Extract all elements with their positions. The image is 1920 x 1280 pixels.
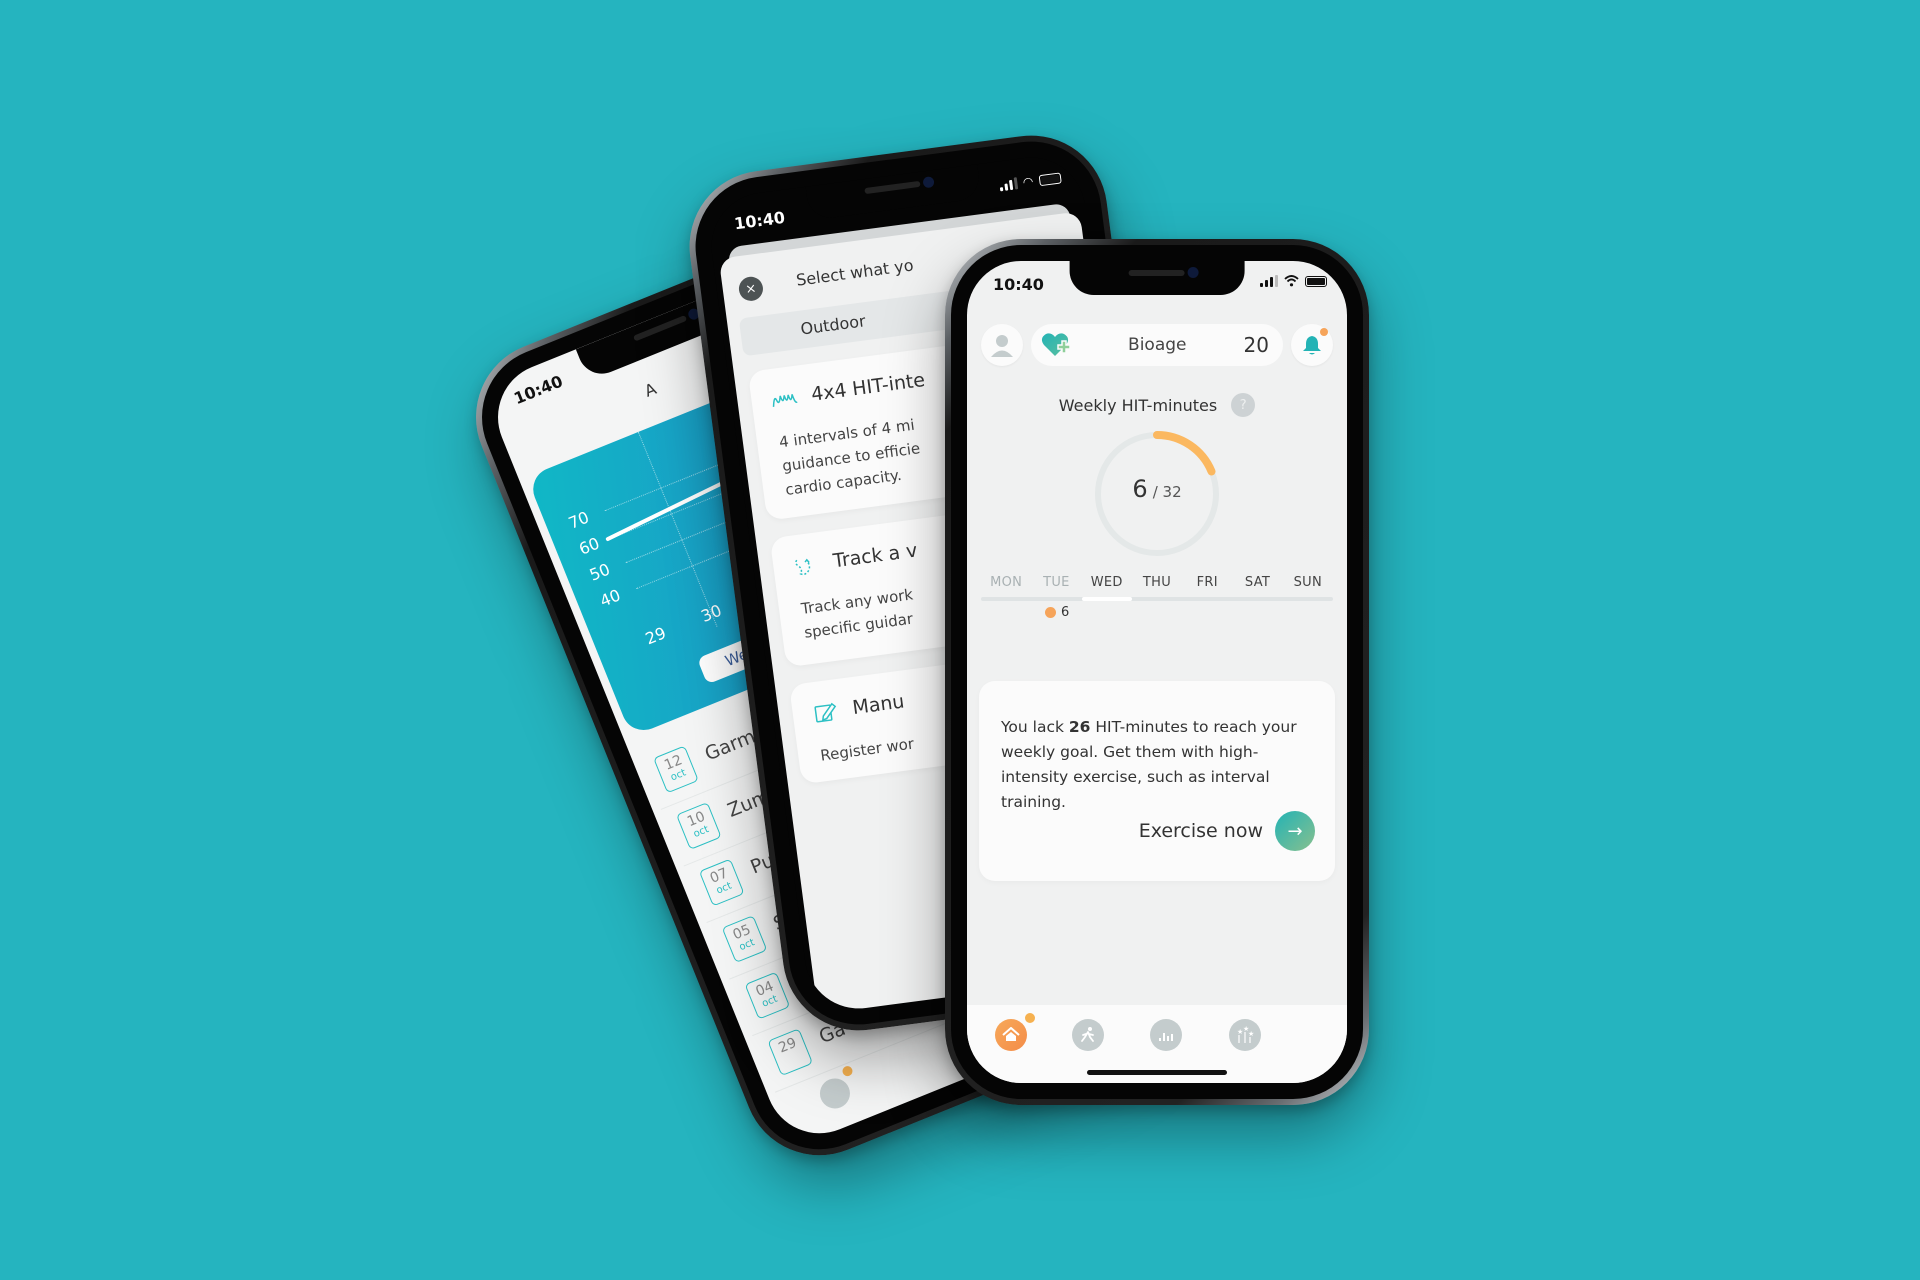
option-description: Track any work specific guidar bbox=[800, 582, 918, 644]
interval-wave-icon bbox=[772, 394, 798, 407]
y-tick-label: 70 bbox=[565, 507, 592, 533]
wifi-icon bbox=[1284, 275, 1299, 287]
option-title: Manu bbox=[851, 690, 906, 720]
missing-minutes: 26 bbox=[1068, 718, 1091, 736]
battery-icon bbox=[1038, 172, 1062, 187]
activity-dot bbox=[1045, 607, 1056, 618]
status-time: 10:40 bbox=[993, 275, 1044, 294]
wifi-icon: ◠ bbox=[1021, 174, 1035, 190]
day-sun[interactable]: SUN bbox=[1283, 575, 1333, 590]
close-button[interactable]: × bbox=[737, 275, 765, 303]
exercise-now-label: Exercise now bbox=[1138, 820, 1263, 842]
status-time: 10:40 bbox=[733, 207, 787, 234]
runner-icon bbox=[1081, 1027, 1094, 1042]
tab-exercise[interactable] bbox=[1072, 1019, 1104, 1051]
hit-current: 6 bbox=[1132, 475, 1148, 503]
info-text: You lack 26 HIT-minutes to reach your we… bbox=[1001, 715, 1317, 815]
day-tue[interactable]: TUE bbox=[1031, 575, 1081, 590]
date-badge: 07 oct bbox=[698, 858, 745, 907]
signal-icon bbox=[998, 177, 1018, 192]
day-wed[interactable]: WED bbox=[1082, 575, 1132, 590]
home-indicator[interactable] bbox=[1087, 1070, 1227, 1075]
stars-icon: ★ ★★ bbox=[1237, 1025, 1254, 1043]
screen-title: A bbox=[641, 378, 660, 401]
y-tick-label: 40 bbox=[597, 585, 624, 611]
status-icons bbox=[1260, 275, 1327, 287]
notification-badge bbox=[1025, 1013, 1035, 1023]
trend-line bbox=[605, 476, 733, 542]
status-time: 10:40 bbox=[511, 371, 566, 409]
tab-home[interactable] bbox=[995, 1013, 1035, 1051]
date-badge: 04 oct bbox=[744, 971, 791, 1020]
day-fri[interactable]: FRI bbox=[1182, 575, 1232, 590]
info-text-part: You lack bbox=[1001, 718, 1069, 736]
notification-badge bbox=[840, 1064, 855, 1078]
arrow-right-icon[interactable]: → bbox=[1275, 811, 1315, 851]
bioage-pill[interactable]: Bioage 20 bbox=[1031, 324, 1283, 366]
notifications-button[interactable] bbox=[1291, 324, 1333, 366]
week-days: MON TUE WED THU FRI SAT SUN bbox=[981, 575, 1333, 590]
date-badge: 29 bbox=[767, 1028, 814, 1077]
svg-text:★: ★ bbox=[1248, 1030, 1254, 1038]
edit-note-icon bbox=[814, 702, 837, 723]
hit-goal: / 32 bbox=[1152, 483, 1182, 501]
top-bar: Bioage 20 bbox=[981, 323, 1333, 367]
bioage-value: 20 bbox=[1243, 333, 1269, 357]
option-description: Register wor bbox=[819, 732, 915, 768]
x-tick-label: 30 bbox=[698, 600, 725, 626]
heart-plus-icon bbox=[1041, 333, 1071, 356]
notch bbox=[1069, 261, 1245, 295]
option-title: Track a v bbox=[831, 539, 919, 573]
progress-text: 6 / 32 bbox=[1092, 475, 1222, 503]
bell-icon bbox=[1303, 336, 1321, 355]
notification-badge bbox=[1320, 328, 1328, 336]
option-title: 4x4 HIT-inte bbox=[809, 368, 927, 406]
user-avatar-icon bbox=[991, 335, 1013, 357]
x-tick-label: 29 bbox=[642, 623, 669, 649]
status-icons: ◠ bbox=[998, 171, 1062, 192]
week-track bbox=[981, 597, 1333, 601]
day-mon[interactable]: MON bbox=[981, 575, 1031, 590]
route-track-icon bbox=[795, 558, 811, 576]
signal-icon bbox=[1260, 275, 1278, 287]
day-entry-value: 6 bbox=[1061, 605, 1070, 620]
bar-chart-icon bbox=[1159, 1033, 1173, 1041]
day-entry-tue: 6 bbox=[1045, 605, 1069, 620]
home-icon bbox=[1002, 1027, 1020, 1041]
phone-screen: 10:40 Bioage 20 Weekly HIT-minutes ? 6 /… bbox=[967, 261, 1347, 1083]
day-sat[interactable]: SAT bbox=[1232, 575, 1282, 590]
bioage-label: Bioage bbox=[1128, 335, 1187, 355]
hit-progress-ring: 6 / 32 bbox=[1092, 429, 1222, 559]
weekly-hit-title: Weekly HIT-minutes bbox=[1058, 395, 1218, 415]
phone-front-home: 10:40 Bioage 20 Weekly HIT-minutes ? 6 /… bbox=[945, 239, 1369, 1105]
help-button[interactable]: ? bbox=[1231, 393, 1256, 417]
segment-outdoor[interactable]: Outdoor bbox=[799, 311, 866, 338]
y-tick-label: 50 bbox=[586, 559, 613, 585]
sheet-title: Select what yo bbox=[794, 255, 915, 290]
hit-info-card: You lack 26 HIT-minutes to reach your we… bbox=[979, 681, 1335, 881]
option-description: 4 intervals of 4 mi guidance to efficie … bbox=[778, 412, 925, 502]
y-tick-label: 60 bbox=[576, 533, 603, 559]
date-badge: 12 oct bbox=[653, 745, 699, 794]
date-badge: 05 oct bbox=[721, 915, 768, 964]
date-day: 29 bbox=[776, 1034, 799, 1057]
desc-line: Register wor bbox=[819, 734, 915, 765]
battery-icon bbox=[1305, 276, 1327, 287]
tab-goals[interactable]: ★ ★ ★ bbox=[1229, 1019, 1261, 1051]
profile-button[interactable] bbox=[981, 324, 1023, 366]
weekly-hit-header: Weekly HIT-minutes ? bbox=[967, 393, 1347, 417]
day-thu[interactable]: THU bbox=[1132, 575, 1182, 590]
exercise-now-button[interactable]: Exercise now → bbox=[1139, 811, 1315, 851]
date-badge: 10 oct bbox=[675, 801, 722, 850]
current-day-indicator bbox=[1081, 597, 1132, 601]
tab-statistics[interactable] bbox=[1150, 1019, 1182, 1051]
tab-home[interactable] bbox=[815, 1064, 855, 1113]
